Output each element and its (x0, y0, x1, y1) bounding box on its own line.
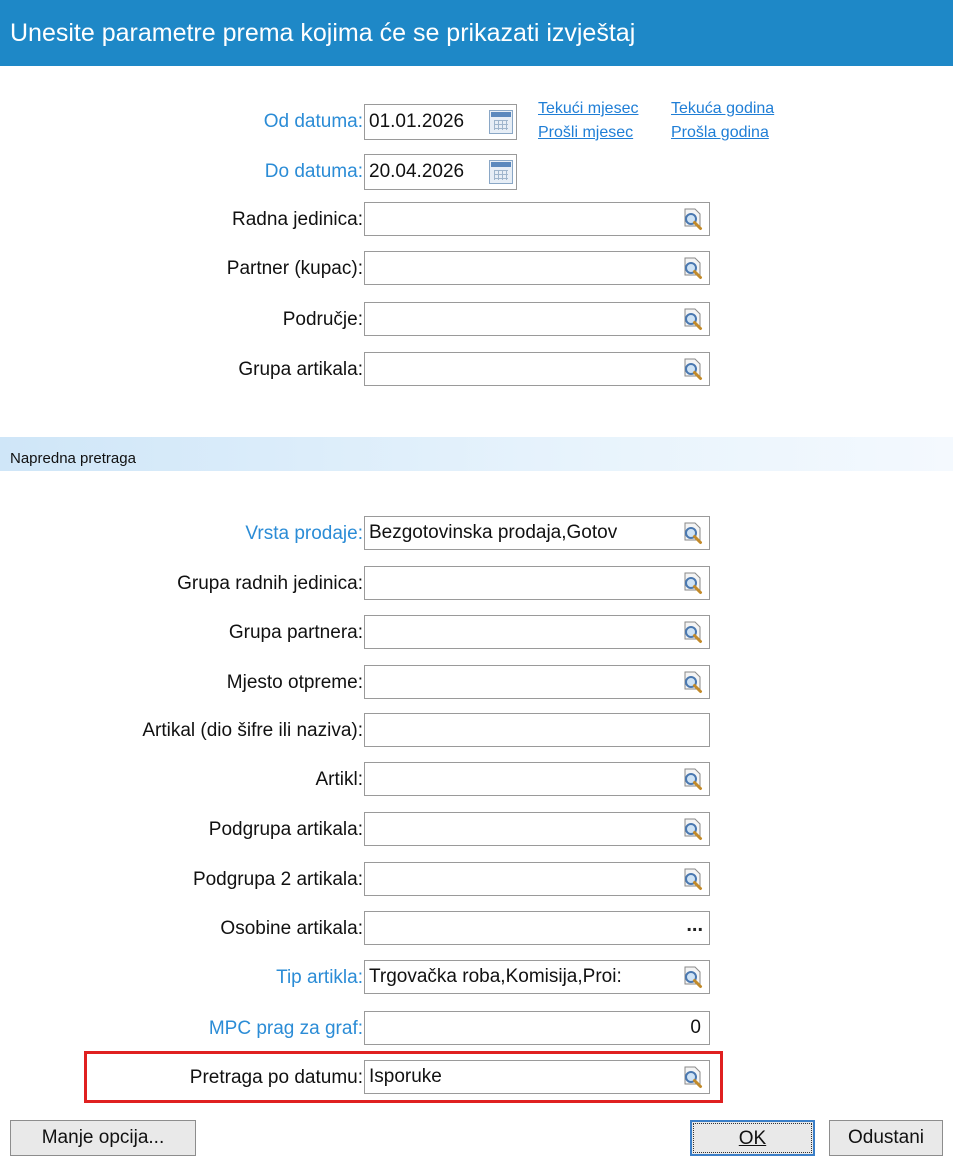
to-date-value: 20.04.2026 (369, 161, 465, 182)
artikl-input[interactable] (364, 762, 710, 796)
from-date-label: Od datuma: (263, 111, 363, 132)
vrsta-prodaje-input[interactable]: Bezgotovinska prodaja,Gotov (364, 516, 710, 550)
to-date-label: Do datuma: (264, 161, 363, 182)
osobine-artikala-input[interactable]: ... (364, 911, 710, 945)
field-label: Mjesto otpreme: (226, 672, 363, 693)
field-row-grupa-partnera: Grupa partnera: (0, 615, 953, 651)
field-row-vrsta-prodaje: Vrsta prodaje: Bezgotovinska prodaja,Got… (0, 516, 953, 552)
ok-button[interactable]: OK (690, 1120, 815, 1156)
lookup-icon[interactable] (679, 767, 705, 793)
link-previous-year[interactable]: Prošla godina (671, 124, 769, 142)
field-row-podrucje: Područje: (0, 302, 953, 338)
podgrupa-artikala-input[interactable] (364, 812, 710, 846)
field-row-mpc-prag: MPC prag za graf: 0 (0, 1011, 953, 1047)
field-row-osobine-artikala: Osobine artikala: ... (0, 911, 953, 947)
calendar-icon[interactable] (489, 110, 513, 134)
artikal-search-input[interactable] (364, 713, 710, 747)
lookup-icon[interactable] (679, 307, 705, 333)
field-row-radna-jedinica: Radna jedinica: (0, 202, 953, 238)
lookup-icon[interactable] (679, 207, 705, 233)
field-label: Artikl: (315, 769, 364, 790)
lookup-icon[interactable] (679, 357, 705, 383)
field-row-artikal-search: Artikal (dio šifre ili naziva): (0, 713, 953, 749)
fewer-options-button[interactable]: Manje opcija... (10, 1120, 196, 1156)
cancel-button[interactable]: Odustani (829, 1120, 943, 1156)
field-row-podgrupa2-artikala: Podgrupa 2 artikala: (0, 862, 953, 898)
field-value: Trgovačka roba,Komisija,Proi: (369, 966, 622, 987)
field-row-artikl: Artikl: (0, 762, 953, 798)
field-row-partner: Partner (kupac): (0, 251, 953, 287)
lookup-icon[interactable] (679, 867, 705, 893)
field-label: Podgrupa artikala: (208, 819, 363, 840)
mjesto-otpreme-input[interactable] (364, 665, 710, 699)
field-label: Područje: (282, 309, 363, 330)
partner-input[interactable] (364, 251, 710, 285)
grupa-artikala-input[interactable] (364, 352, 710, 386)
lookup-icon[interactable] (679, 521, 705, 547)
from-date-value: 01.01.2026 (369, 111, 465, 132)
advanced-search-title: Napredna pretraga (10, 450, 136, 467)
from-date-input[interactable]: 01.01.2026 (364, 104, 517, 140)
dialog-footer: Manje opcija... OK Odustani (0, 1108, 953, 1160)
field-row-grupa-radnih-jedinica: Grupa radnih jedinica: (0, 566, 953, 602)
ok-button-label: OK (738, 1128, 767, 1149)
lookup-icon[interactable] (679, 965, 705, 991)
field-row-mjesto-otpreme: Mjesto otpreme: (0, 665, 953, 701)
lookup-icon[interactable] (679, 817, 705, 843)
advanced-search-header: Napredna pretraga (0, 437, 953, 471)
field-label: Radna jedinica: (232, 209, 363, 230)
calendar-icon[interactable] (489, 160, 513, 184)
field-label: Grupa artikala: (238, 359, 363, 380)
highlight-frame (84, 1051, 723, 1103)
field-value: Bezgotovinska prodaja,Gotov (369, 522, 618, 543)
podrucje-input[interactable] (364, 302, 710, 336)
from-date-row: Od datuma: 01.01.2026 (0, 104, 953, 140)
to-date-input[interactable]: 20.04.2026 (364, 154, 517, 190)
window-title: Unesite parametre prema kojima će se pri… (0, 0, 953, 66)
tip-artikla-input[interactable]: Trgovačka roba,Komisija,Proi: (364, 960, 710, 994)
grupa-partnera-input[interactable] (364, 615, 710, 649)
field-label: Grupa radnih jedinica: (177, 573, 363, 594)
field-row-podgrupa-artikala: Podgrupa artikala: (0, 812, 953, 848)
field-label: Osobine artikala: (220, 918, 363, 939)
radna-jedinica-input[interactable] (364, 202, 710, 236)
ellipsis-button[interactable]: ... (686, 912, 703, 944)
lookup-icon[interactable] (679, 670, 705, 696)
field-label: Grupa partnera: (228, 622, 363, 643)
lookup-icon[interactable] (679, 571, 705, 597)
field-label: Podgrupa 2 artikala: (192, 869, 363, 890)
link-current-year[interactable]: Tekuća godina (671, 100, 774, 118)
field-label: Tip artikla: (276, 967, 363, 988)
field-label: Partner (kupac): (226, 258, 363, 279)
field-label: MPC prag za graf: (208, 1018, 363, 1039)
lookup-icon[interactable] (679, 256, 705, 282)
mpc-prag-input[interactable]: 0 (364, 1011, 710, 1045)
podgrupa2-artikala-input[interactable] (364, 862, 710, 896)
field-label: Vrsta prodaje: (245, 523, 363, 544)
lookup-icon[interactable] (679, 620, 705, 646)
field-row-tip-artikla: Tip artikla: Trgovačka roba,Komisija,Pro… (0, 960, 953, 996)
grupa-radnih-jedinica-input[interactable] (364, 566, 710, 600)
field-label: Artikal (dio šifre ili naziva): (142, 720, 363, 741)
link-current-month[interactable]: Tekući mjesec (538, 100, 638, 118)
field-row-grupa-artikala: Grupa artikala: (0, 352, 953, 388)
to-date-row: Do datuma: 20.04.2026 (0, 154, 953, 190)
field-value: 0 (690, 1017, 701, 1038)
link-previous-month[interactable]: Prošli mjesec (538, 124, 633, 142)
